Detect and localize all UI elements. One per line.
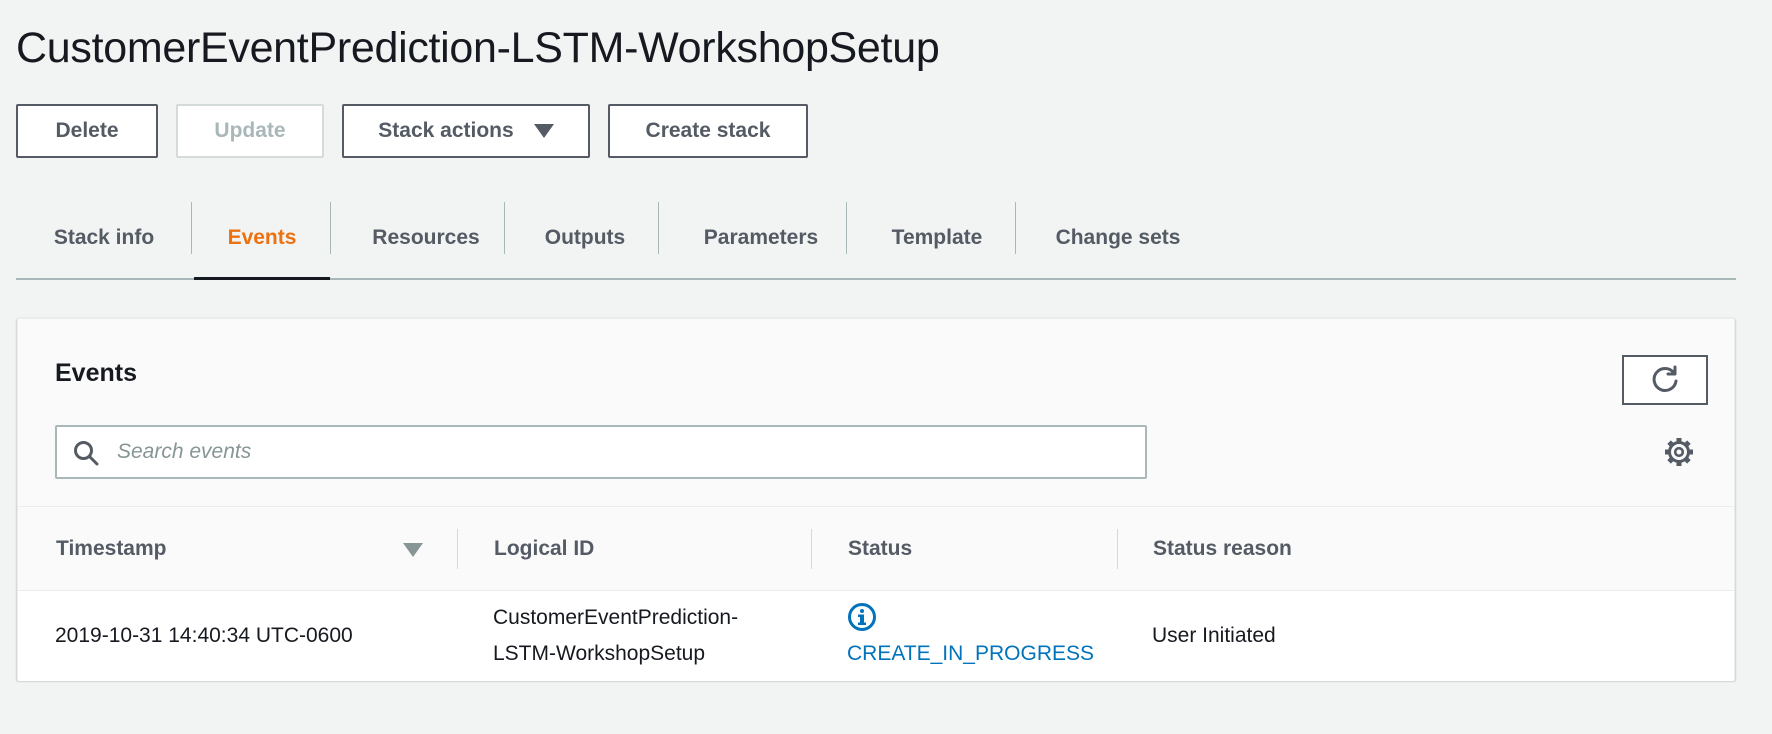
tab-template[interactable]: Template: [860, 198, 1014, 278]
tab-parameters[interactable]: Parameters: [676, 198, 846, 278]
refresh-icon: [1652, 365, 1678, 392]
events-panel: Events Search events Timestamp Logical I…: [17, 318, 1735, 681]
info-icon: [848, 603, 876, 631]
column-divider[interactable]: [811, 529, 812, 569]
search-icon: [74, 441, 99, 466]
tab-divider: [1015, 202, 1016, 254]
column-header-timestamp[interactable]: Timestamp: [56, 507, 167, 591]
sort-descending-icon[interactable]: [403, 543, 423, 557]
column-divider[interactable]: [457, 529, 458, 569]
events-panel-title: Events: [55, 359, 137, 387]
tab-outputs[interactable]: Outputs: [516, 198, 654, 278]
tab-divider: [191, 202, 192, 254]
event-status[interactable]: CREATE_IN_PROGRESS: [847, 636, 1094, 672]
page-title: CustomerEventPrediction-LSTM-WorkshopSet…: [16, 24, 940, 72]
tab-events[interactable]: Events: [194, 198, 330, 280]
table-row: 2019-10-31 14:40:34 UTC-0600 CustomerEve…: [18, 591, 1734, 681]
tab-divider: [330, 202, 331, 254]
tab-divider: [846, 202, 847, 254]
column-header-status[interactable]: Status: [848, 507, 912, 591]
stack-actions-button[interactable]: Stack actions: [342, 104, 590, 158]
event-timestamp: 2019-10-31 14:40:34 UTC-0600: [55, 624, 353, 647]
event-logical-id-line1: CustomerEventPrediction-: [493, 606, 739, 629]
update-button: Update: [176, 104, 324, 158]
gear-icon[interactable]: [1664, 437, 1694, 467]
column-divider[interactable]: [1117, 529, 1118, 569]
events-table-header: Timestamp Logical ID Status Status reaso…: [18, 507, 1734, 591]
events-panel-header: Events: [18, 319, 1734, 507]
tab-stack-info[interactable]: Stack info: [34, 198, 174, 278]
column-header-status-reason[interactable]: Status reason: [1153, 507, 1292, 591]
refresh-button[interactable]: [1622, 355, 1708, 405]
delete-button[interactable]: Delete: [16, 104, 158, 158]
tab-bar: Stack info Events Resources Outputs Para…: [16, 198, 1736, 280]
tab-change-sets[interactable]: Change sets: [1028, 198, 1208, 278]
caret-down-icon: [533, 124, 554, 138]
tab-divider: [658, 202, 659, 254]
event-logical-id: CustomerEventPrediction- LSTM-WorkshopSe…: [493, 600, 738, 672]
create-stack-button[interactable]: Create stack: [608, 104, 808, 158]
stack-actions-label: Stack actions: [378, 119, 514, 142]
search-events-input[interactable]: [117, 427, 1137, 477]
tab-resources[interactable]: Resources: [346, 198, 506, 278]
search-box: [55, 425, 1147, 479]
event-status-reason: User Initiated: [1152, 624, 1276, 647]
column-header-logical-id[interactable]: Logical ID: [494, 507, 594, 591]
event-logical-id-line2: LSTM-WorkshopSetup: [493, 642, 706, 665]
tab-divider: [504, 202, 505, 254]
